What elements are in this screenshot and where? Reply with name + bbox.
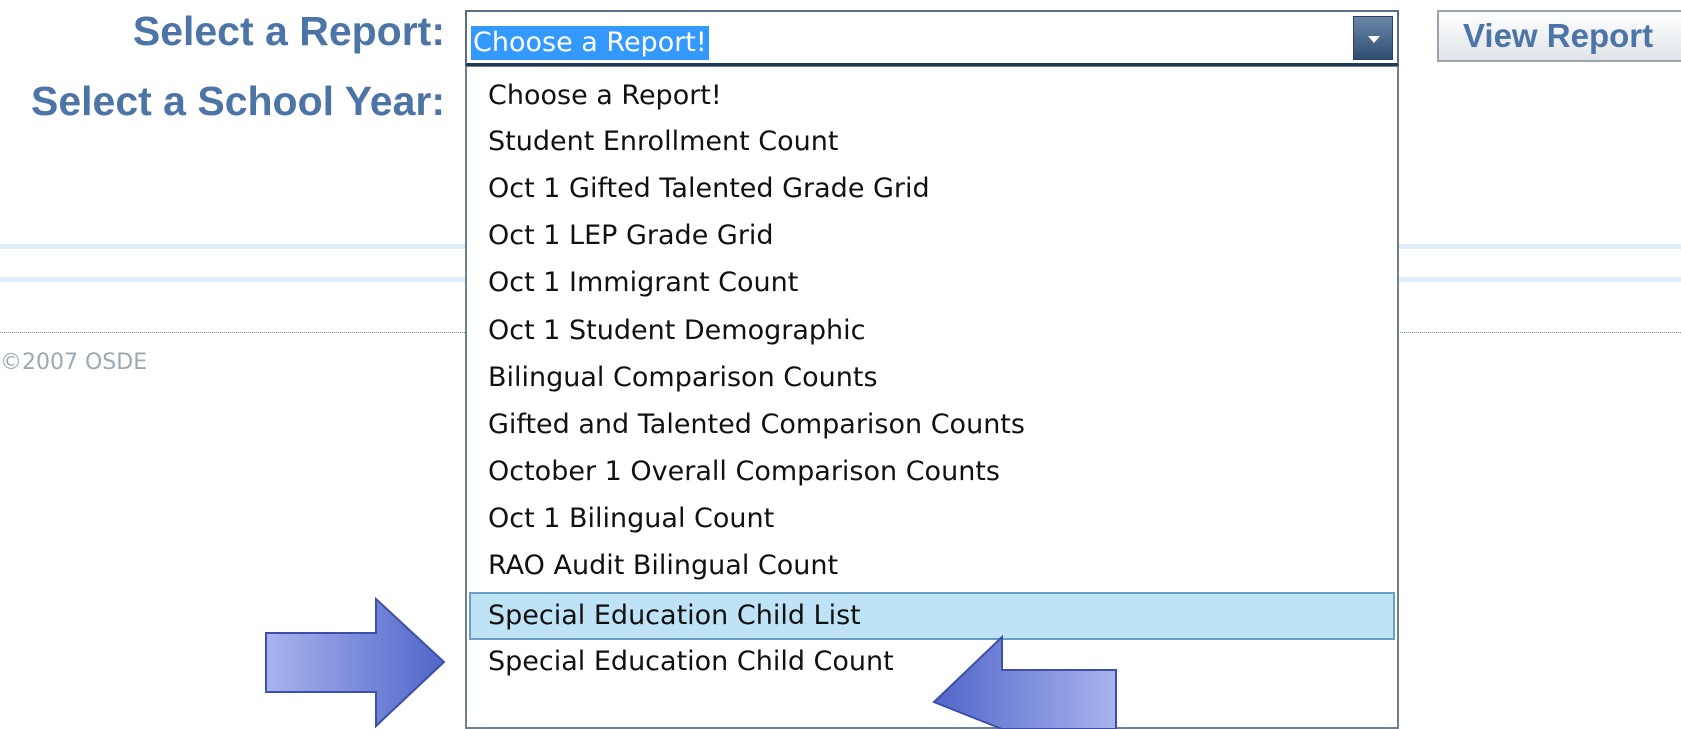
school-year-label: Select a School Year: (30, 78, 445, 124)
report-label: Select a Report: (132, 8, 445, 54)
report-dropdown-list: Choose a Report! Student Enrollment Coun… (465, 66, 1399, 729)
copyright-text: ©2007 OSDE (0, 350, 148, 375)
dropdown-option[interactable]: Oct 1 Student Demographic (469, 308, 1395, 356)
dropdown-option[interactable]: Oct 1 Bilingual Count (469, 496, 1395, 544)
report-select-value: Choose a Report! (471, 26, 709, 60)
view-report-button[interactable]: View Report (1437, 10, 1681, 62)
dropdown-option-highlighted[interactable]: Special Education Child List (469, 592, 1395, 640)
dropdown-option[interactable]: Oct 1 Immigrant Count (469, 260, 1395, 308)
dropdown-option[interactable]: Student Enrollment Count (469, 119, 1395, 167)
dropdown-option[interactable]: RAO Audit Bilingual Count (469, 543, 1395, 591)
arrow-left-icon (932, 634, 1117, 729)
report-select[interactable]: Choose a Report! (465, 10, 1399, 66)
dropdown-option[interactable]: Bilingual Comparison Counts (469, 355, 1395, 403)
dropdown-option[interactable]: Oct 1 Gifted Talented Grade Grid (469, 166, 1395, 214)
dropdown-option[interactable]: Choose a Report! (469, 73, 1395, 121)
dropdown-option[interactable]: October 1 Overall Comparison Counts (469, 449, 1395, 497)
arrow-right-icon (265, 596, 446, 729)
dropdown-option[interactable]: Oct 1 LEP Grade Grid (469, 213, 1395, 261)
dropdown-option[interactable]: Gifted and Talented Comparison Counts (469, 402, 1395, 450)
chevron-down-icon[interactable] (1353, 16, 1393, 60)
